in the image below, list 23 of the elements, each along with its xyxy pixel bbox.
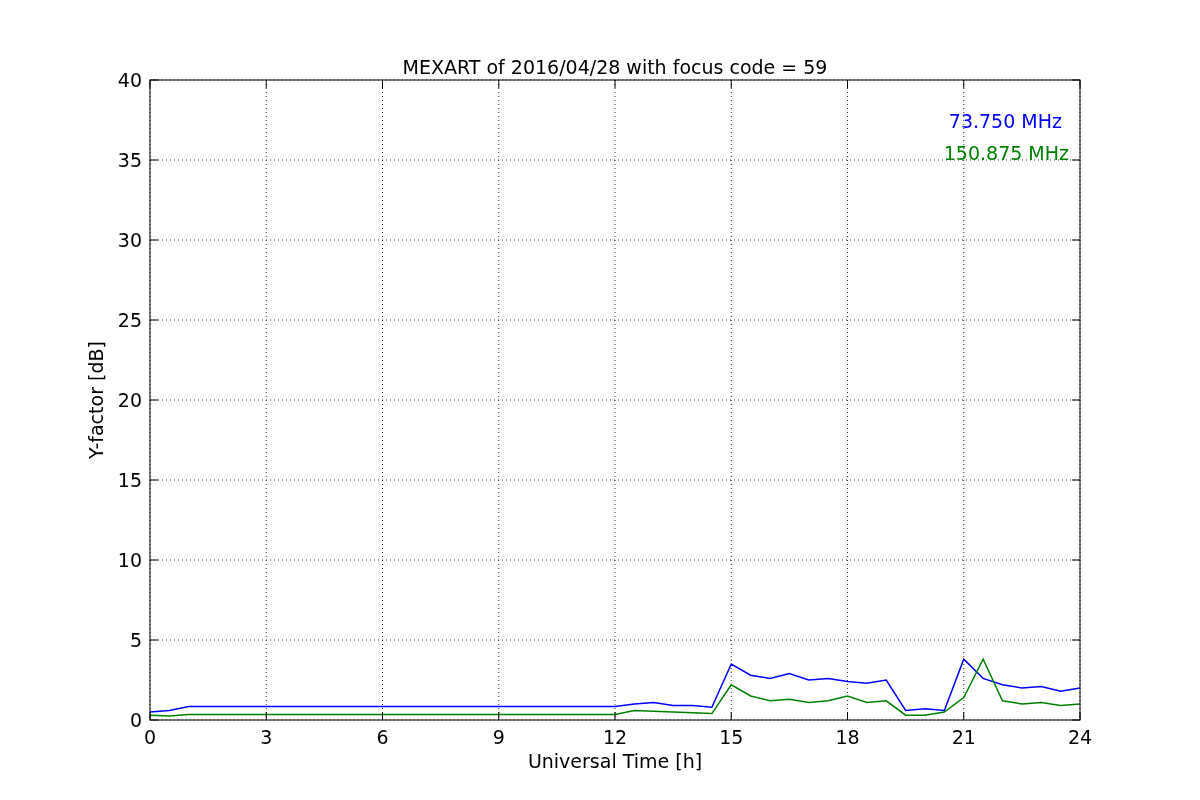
chart-title: MEXART of 2016/04/28 with focus code = 59: [402, 56, 828, 78]
tick-label: 5: [129, 629, 142, 651]
tick-label: 18: [835, 726, 860, 748]
tick-label: 0: [129, 709, 142, 731]
tick-label: 20: [117, 389, 142, 411]
tick-label: 24: [1067, 726, 1093, 748]
tick-label: 0: [143, 726, 157, 748]
tick-label: 40: [117, 69, 142, 91]
tick-label: 25: [117, 309, 142, 331]
tick-label: 35: [117, 149, 142, 171]
tick-label: 21: [951, 726, 976, 748]
legend-label: 150.875 MHz: [943, 142, 1069, 164]
tick-label: 10: [117, 549, 142, 571]
tick-label: 12: [602, 726, 628, 748]
x-axis-label: Universal Time [h]: [527, 750, 703, 772]
tick-label: 15: [719, 726, 744, 748]
tick-label: 9: [492, 726, 505, 748]
tick-label: 30: [117, 229, 142, 251]
y-axis-label: Y-factor [dB]: [85, 341, 107, 459]
tick-label: 3: [260, 726, 273, 748]
tick-label: 15: [117, 469, 142, 491]
legend-label: 73.750 MHz: [948, 110, 1062, 132]
tick-label: 6: [376, 726, 389, 748]
